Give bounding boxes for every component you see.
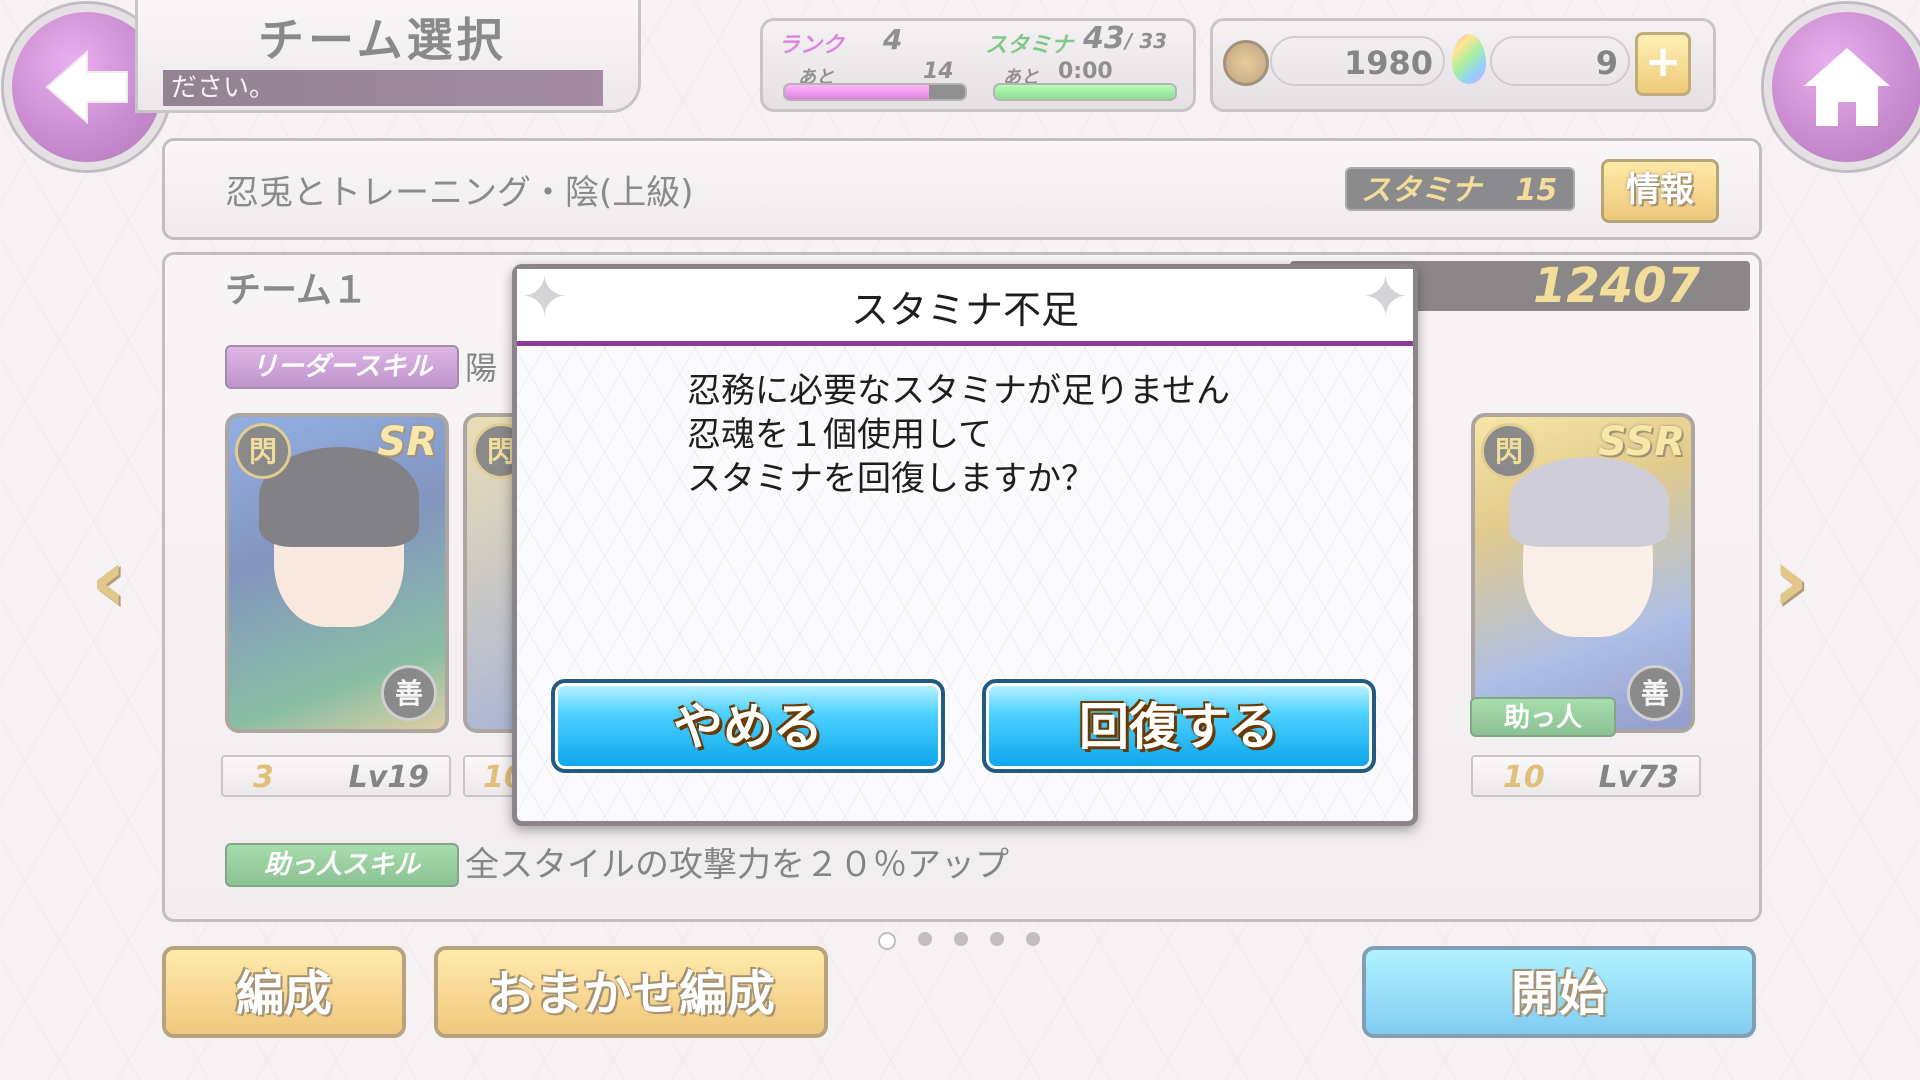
dialog-message-line: 忍魂を１個使用して (687, 415, 992, 455)
dialog-header: ✦ スタミナ不足 ✦ (517, 265, 1413, 346)
recover-button[interactable]: 回復する (982, 679, 1376, 773)
dialog-message: 忍務に必要なスタミナが足りません 忍魂を１個使用して スタミナを回復しますか？ (687, 369, 1230, 501)
stamina-dialog: ✦ スタミナ不足 ✦ 忍務に必要なスタミナが足りません 忍魂を１個使用して スタ… (512, 264, 1418, 826)
cancel-button[interactable]: やめる (551, 679, 945, 773)
dialog-message-line: 忍務に必要なスタミナが足りません (687, 371, 1230, 411)
dialog-message-line: スタミナを回復しますか？ (687, 459, 1095, 499)
dialog-title: スタミナ不足 (850, 288, 1079, 332)
corner-ornament-icon: ✦ (1362, 265, 1409, 330)
